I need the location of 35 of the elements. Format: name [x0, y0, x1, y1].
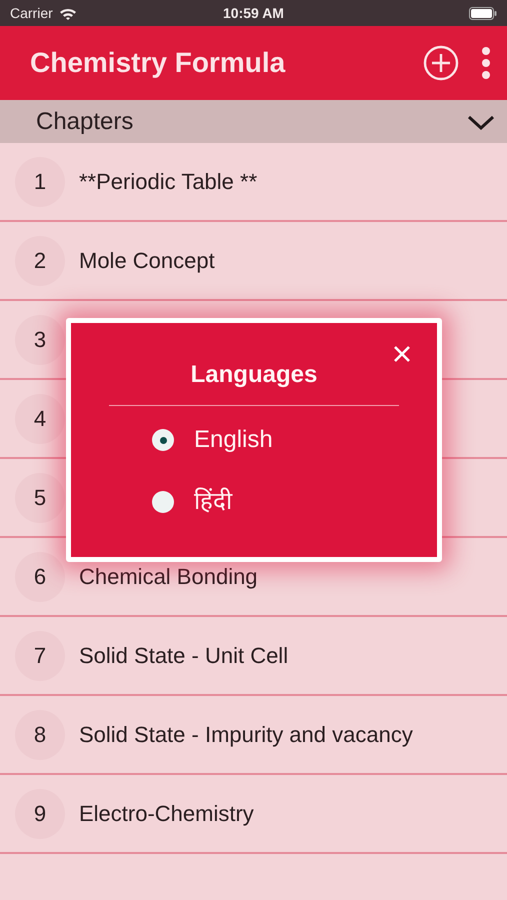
chapter-title: Solid State - Unit Cell: [79, 642, 288, 670]
chapter-row[interactable]: 8 Solid State - Impurity and vacancy: [0, 696, 507, 775]
chapter-row[interactable]: 2 Mole Concept: [0, 222, 507, 301]
section-header[interactable]: Chapters: [0, 100, 507, 143]
chapter-number: 7: [15, 630, 65, 680]
close-button[interactable]: [393, 345, 411, 363]
chapter-number: 5: [15, 472, 65, 522]
carrier-label: Carrier: [10, 4, 53, 22]
chapter-number: 3: [15, 314, 65, 364]
section-title: Chapters: [36, 106, 134, 136]
chapter-row[interactable]: 9 Electro-Chemistry: [0, 775, 507, 854]
chapter-title: Mole Concept: [79, 247, 215, 275]
chapter-number: 1: [15, 156, 65, 206]
clock: 10:59 AM: [223, 4, 284, 22]
app-title: Chemistry Formula: [30, 46, 286, 80]
chapter-number: 6: [15, 552, 65, 602]
radio-button[interactable]: [152, 491, 174, 513]
chapter-title: **Periodic Table **: [79, 168, 258, 196]
chapter-title: Electro-Chemistry: [79, 800, 254, 828]
more-menu-button[interactable]: [481, 46, 491, 80]
chapter-title: Chemical Bonding: [79, 563, 258, 591]
chapter-number: 8: [15, 710, 65, 760]
chapter-row[interactable]: 1 **Periodic Table **: [0, 143, 507, 222]
chapter-title: Solid State - Impurity and vacancy: [79, 721, 413, 749]
language-option[interactable]: English: [194, 422, 273, 458]
chapter-number: 2: [15, 236, 65, 286]
add-button[interactable]: [423, 45, 459, 81]
language-option[interactable]: हिंदी: [194, 484, 232, 520]
battery-icon: [469, 6, 497, 20]
chapter-number: 4: [15, 394, 65, 444]
radio-button[interactable]: [152, 429, 174, 451]
chapter-number: 9: [15, 788, 65, 838]
dialog-title: Languages: [190, 360, 318, 390]
wifi-icon: [58, 6, 77, 20]
chapter-row[interactable]: 7 Solid State - Unit Cell: [0, 617, 507, 696]
